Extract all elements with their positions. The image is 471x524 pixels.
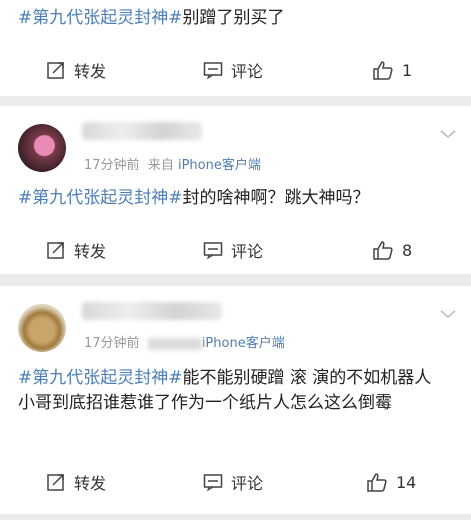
post-card-4-partial: [0, 520, 471, 524]
comment-label: 评论: [231, 474, 264, 493]
repost-label: 转发: [74, 242, 107, 261]
post-content: #第九代张起灵封神#封的啥神啊？跳大神吗？: [0, 186, 388, 211]
like-button[interactable]: 8: [372, 240, 412, 260]
post-content: #第九代张起灵封神#能不能别硬蹭 滚 演的不如机器人 小哥到底招谁惹谁了作为一个…: [0, 366, 471, 416]
like-icon: [373, 61, 393, 80]
post-time: 17分钟前: [84, 336, 140, 351]
comment-label: 评论: [231, 242, 264, 261]
post-text: 别蹭了别买了: [182, 8, 285, 28]
repost-label: 转发: [74, 62, 107, 81]
repost-icon: [47, 242, 64, 259]
post-card-2: 17分钟前 来自 iPhone客户端 #第九代张起灵封神#封的啥神啊？跳大神吗？…: [0, 106, 471, 274]
like-button[interactable]: 14: [366, 472, 416, 492]
comment-icon: [203, 242, 223, 259]
comment-icon: [203, 474, 223, 491]
repost-label: 转发: [74, 474, 107, 493]
repost-button[interactable]: 转发: [46, 58, 106, 82]
action-bar: 转发 评论 8: [0, 230, 471, 270]
avatar[interactable]: [18, 124, 66, 172]
username-blurred[interactable]: [82, 122, 202, 140]
username-blurred[interactable]: [82, 302, 222, 320]
like-button[interactable]: 1: [372, 60, 412, 80]
repost-icon: [47, 62, 64, 79]
comment-label: 评论: [231, 62, 264, 81]
like-count: 1: [402, 60, 413, 80]
post-card-1: #第九代张起灵封神#别蹭了别买了 转发 评论 1: [0, 0, 471, 96]
comment-button[interactable]: 评论: [203, 470, 263, 494]
avatar[interactable]: [18, 304, 66, 352]
like-count: 8: [402, 240, 413, 260]
source-prefix-blurred: [147, 337, 202, 350]
like-icon: [367, 473, 387, 492]
hashtag-link[interactable]: #第九代张起灵封神#: [18, 368, 183, 388]
post-meta: 17分钟前 iPhone客户端: [84, 332, 285, 351]
chevron-down-icon[interactable]: [439, 308, 457, 320]
post-content: #第九代张起灵封神#别蹭了别买了: [0, 6, 303, 31]
action-bar: 转发 评论 14: [0, 462, 471, 502]
comment-button[interactable]: 评论: [203, 238, 263, 262]
hashtag-link[interactable]: #第九代张起灵封神#: [18, 188, 183, 208]
source-prefix: 来自: [147, 158, 174, 173]
like-icon: [373, 241, 393, 260]
repost-icon: [47, 474, 64, 491]
like-count: 14: [396, 472, 417, 492]
repost-button[interactable]: 转发: [46, 238, 106, 262]
post-meta: 17分钟前 来自 iPhone客户端: [84, 154, 261, 173]
comment-button[interactable]: 评论: [203, 58, 263, 82]
source-link[interactable]: iPhone客户端: [202, 336, 285, 351]
chevron-down-icon[interactable]: [439, 128, 457, 140]
comment-icon: [203, 62, 223, 79]
hashtag-link[interactable]: #第九代张起灵封神#: [18, 8, 183, 28]
post-time: 17分钟前: [84, 158, 140, 173]
repost-button[interactable]: 转发: [46, 470, 106, 494]
post-card-3: 17分钟前 iPhone客户端 #第九代张起灵封神#能不能别硬蹭 滚 演的不如机…: [0, 286, 471, 514]
post-text: 封的啥神啊？跳大神吗？: [182, 188, 370, 208]
action-bar: 转发 评论 1: [0, 50, 471, 90]
source-link[interactable]: iPhone客户端: [178, 158, 261, 173]
